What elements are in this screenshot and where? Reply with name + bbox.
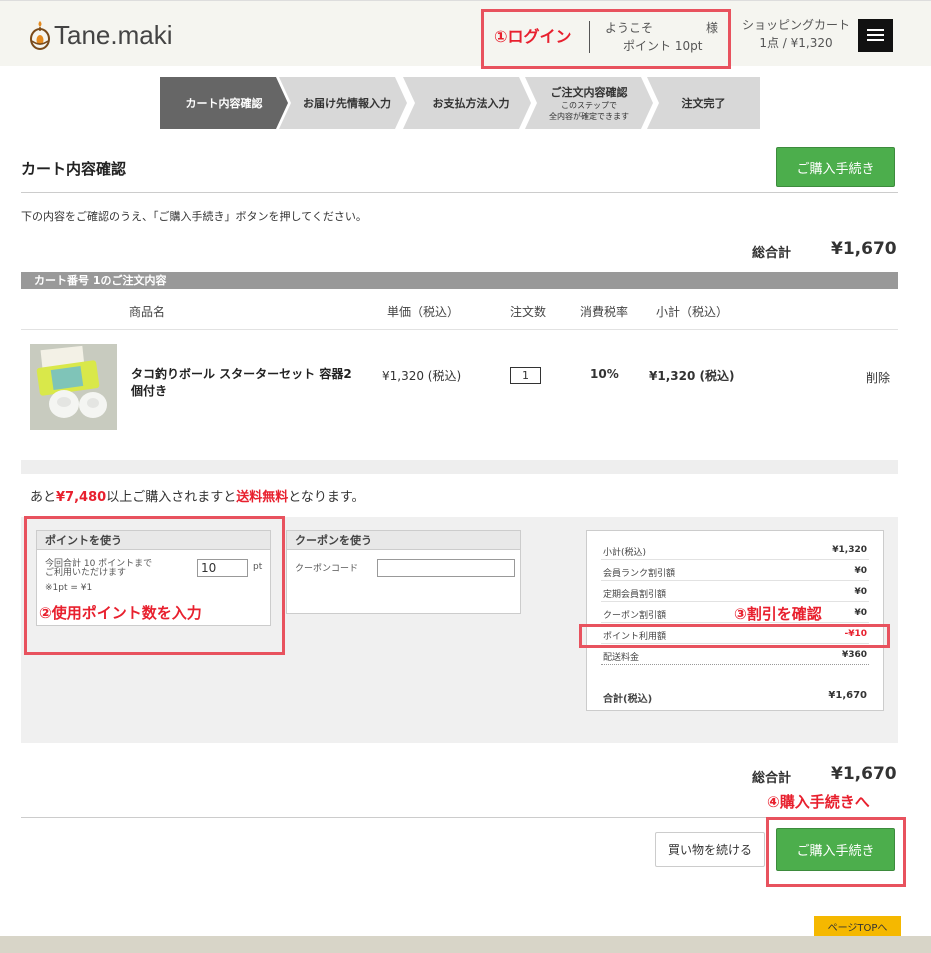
step-label: カート内容確認 — [185, 97, 263, 110]
product-image[interactable] — [30, 344, 117, 430]
honorific-text: 様 — [706, 21, 719, 35]
free-shipping-text: 以上ご購入されますと — [106, 490, 237, 505]
points-balance: ポイント 10pt — [623, 39, 703, 53]
coupon-code-label: クーポンコード — [295, 564, 359, 574]
step-sub-label: 全内容が確定できます — [549, 112, 629, 121]
summary-row: 会員ランク割引額 ¥0 — [601, 561, 869, 581]
discount-annotation-label: ③割引を確認 — [734, 605, 822, 623]
step-label: ご注文内容確認 — [550, 86, 628, 99]
checkout-steps: カート内容確認 お届け先情報入力 お支払方法入力 ご注文内容確認 このステップで… — [160, 77, 760, 129]
coupon-panel: クーポンを使う クーポンコード — [286, 530, 521, 614]
header-cart-link[interactable]: ショッピングカート 1点 / ¥1,320 — [741, 16, 851, 52]
coupon-panel-title: クーポンを使う — [287, 531, 520, 550]
item-tax-rate: 10% — [590, 367, 619, 381]
summary-row: 配送料金 ¥360 — [601, 645, 869, 665]
column-header-name: 商品名 — [129, 305, 166, 319]
free-shipping-text: となります。 — [288, 490, 365, 505]
column-header-tax-rate: 消費税率 — [580, 305, 629, 319]
summary-label: 小計(税込) — [603, 548, 647, 558]
divider — [21, 329, 898, 330]
hamburger-menu-button[interactable] — [858, 19, 893, 52]
free-shipping-notice: あと¥7,480以上ご購入されますと送料無料となります。 — [30, 486, 365, 505]
divider — [21, 192, 898, 193]
instruction-text: 下の内容をご確認のうえ、「ご購入手続き」ボタンを押してください。 — [21, 210, 367, 223]
column-header-qty: 注文数 — [510, 305, 547, 319]
summary-label: クーポン割引額 — [603, 611, 667, 621]
login-annotation-box: ①ログイン ようこそ 様 ポイント 10pt — [481, 9, 731, 69]
page-top-button[interactable]: ページTOPへ — [814, 916, 901, 936]
page-title: カート内容確認 — [21, 160, 127, 178]
step-order-complete: 注文完了 — [647, 77, 760, 129]
summary-value: ¥360 — [841, 650, 867, 660]
summary-label: 配送料金 — [603, 653, 640, 663]
purchase-button-bottom[interactable]: ご購入手続き — [776, 828, 895, 871]
separator-band — [21, 460, 898, 474]
summary-total-label: 合計(税込) — [603, 694, 653, 705]
free-shipping-highlight: 送料無料 — [236, 490, 289, 505]
summary-value: ¥0 — [854, 587, 867, 597]
product-name-link[interactable]: タコ釣りボール スターターセット 容器2個付き — [131, 366, 356, 400]
grand-total-value-bottom: ¥1,670 — [831, 764, 897, 784]
summary-row: 定期会員割引額 ¥0 — [601, 582, 869, 602]
summary-label: 定期会員割引額 — [603, 590, 667, 600]
menu-icon-bar — [867, 39, 884, 41]
step-payment-method: お支払方法入力 — [403, 77, 531, 129]
free-shipping-amount: ¥7,480 — [56, 490, 107, 505]
grand-total-label: 総合計 — [752, 246, 792, 261]
grand-total-value: ¥1,670 — [831, 239, 897, 259]
summary-value: ¥0 — [854, 566, 867, 576]
step-sub-label: このステップで — [561, 101, 617, 110]
summary-value: ¥1,320 — [832, 545, 867, 555]
summary-row: 小計(税込) ¥1,320 — [601, 540, 869, 560]
cart-title: ショッピングカート — [741, 18, 850, 32]
seed-logo-icon — [28, 19, 52, 51]
menu-icon-bar — [867, 29, 884, 31]
summary-total-value: ¥1,670 — [828, 690, 867, 701]
free-shipping-text: あと — [30, 490, 57, 505]
purchase-annotation-label: ④購入手続きへ — [767, 793, 870, 811]
divider — [589, 21, 590, 53]
discount-annotation-box — [579, 624, 890, 648]
cart-section-header: カート番号 1のご注文内容 — [21, 272, 898, 289]
step-label: お支払方法入力 — [432, 97, 510, 110]
item-subtotal: ¥1,320 (税込) — [649, 369, 735, 383]
column-header-unit-price: 単価（税込） — [387, 305, 460, 319]
welcome-text: ようこそ — [605, 21, 654, 35]
column-header-subtotal: 小計（税込） — [656, 305, 729, 319]
delete-link[interactable]: 削除 — [866, 369, 890, 386]
cart-summary: 1点 / ¥1,320 — [759, 36, 833, 50]
step-shipping-info: お届け先情報入力 — [279, 77, 407, 129]
summary-total-row: 合計(税込) ¥1,670 — [601, 685, 869, 705]
site-header: Tane.maki ①ログイン ようこそ 様 ポイント 10pt ショッピングカ… — [0, 0, 931, 69]
login-annotation-label: ①ログイン — [494, 27, 572, 46]
quantity-input[interactable]: 1 — [510, 367, 541, 384]
points-annotation-label: ②使用ポイント数を入力 — [39, 604, 202, 622]
step-label: 注文完了 — [681, 97, 726, 110]
coupon-code-input[interactable] — [377, 559, 515, 577]
site-logo[interactable]: Tane.maki — [28, 17, 173, 53]
purchase-button-top[interactable]: ご購入手続き — [776, 147, 895, 187]
step-label: お届け先情報入力 — [303, 97, 391, 110]
logo-text: Tane.maki — [54, 19, 173, 50]
grand-total-label-bottom: 総合計 — [752, 771, 792, 786]
summary-label: 会員ランク割引額 — [603, 569, 676, 579]
summary-value: ¥0 — [854, 608, 867, 618]
item-unit-price: ¥1,320 (税込) — [382, 369, 462, 383]
step-cart-confirm: カート内容確認 — [160, 77, 288, 129]
continue-shopping-button[interactable]: 買い物を続ける — [655, 832, 765, 867]
site-footer — [0, 936, 931, 953]
menu-icon-bar — [867, 34, 884, 36]
points-annotation-box — [24, 516, 285, 655]
step-order-confirm: ご注文内容確認 このステップで 全内容が確定できます — [525, 77, 653, 129]
